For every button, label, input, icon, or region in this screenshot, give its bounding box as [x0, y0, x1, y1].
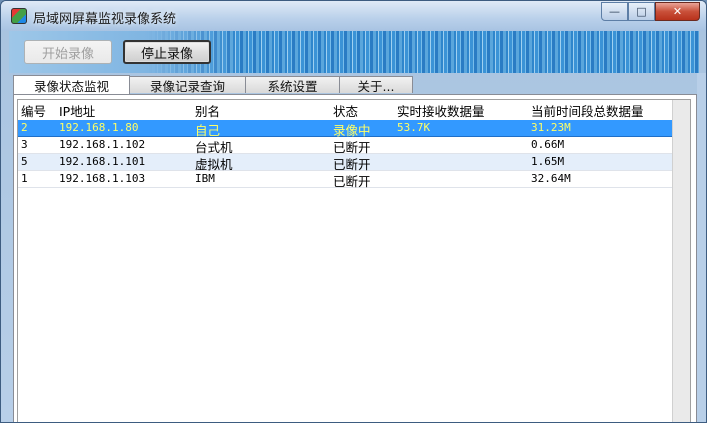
close-button[interactable]: ✕	[655, 2, 700, 21]
tab-about[interactable]: 关于...	[339, 76, 413, 94]
tab-system-settings[interactable]: 系统设置	[245, 76, 340, 94]
stop-recording-button[interactable]: 停止录像	[123, 40, 211, 64]
client-list[interactable]: 编号 IP地址 别名 状态 实时接收数据量 当前时间段总数据量 2 192.16…	[17, 99, 691, 422]
cell-total: 0.66M	[531, 138, 565, 151]
app-icon	[11, 8, 27, 24]
cell-realtime: 53.7K	[397, 121, 431, 134]
cell-ip: 192.168.1.102	[59, 138, 146, 151]
title-bar[interactable]: 局域网屏幕监视录像系统 — □ ✕	[1, 1, 706, 31]
cell-total: 1.65M	[531, 155, 565, 168]
tab-panel: 编号 IP地址 别名 状态 实时接收数据量 当前时间段总数据量 2 192.16…	[13, 94, 697, 422]
maximize-button[interactable]: □	[628, 2, 655, 21]
column-header-realtime[interactable]: 实时接收数据量	[397, 101, 485, 120]
cell-id: 1	[21, 172, 28, 185]
cell-id: 2	[21, 121, 28, 134]
minimize-button[interactable]: —	[601, 2, 628, 21]
vertical-scrollbar[interactable]	[672, 100, 690, 422]
cell-total: 31.23M	[531, 121, 571, 134]
table-row[interactable]: 2 192.168.1.80 自己 录像中 53.7K 31.23M	[18, 120, 672, 138]
window-controls: — □ ✕	[601, 2, 700, 21]
cell-status: 已断开	[333, 174, 371, 189]
table-row[interactable]: 5 192.168.1.101 虚拟机 已断开 1.65M	[18, 154, 672, 172]
column-header-id[interactable]: 编号	[21, 101, 46, 120]
column-header-total[interactable]: 当前时间段总数据量	[531, 101, 644, 120]
window-title: 局域网屏幕监视录像系统	[33, 12, 177, 27]
start-recording-button[interactable]: 开始录像	[24, 40, 112, 64]
cell-ip: 192.168.1.80	[59, 121, 139, 134]
toolbar: 开始录像 停止录像	[9, 31, 699, 73]
tab-recording-status[interactable]: 录像状态监视	[13, 75, 130, 94]
cell-ip: 192.168.1.101	[59, 155, 146, 168]
window-frame-edge	[697, 73, 706, 422]
tab-bar: 录像状态监视 录像记录查询 系统设置 关于...	[13, 75, 413, 94]
column-header-ip[interactable]: IP地址	[59, 101, 95, 120]
app-window: 局域网屏幕监视录像系统 — □ ✕ 开始录像 停止录像 录像状态监视 录像记录查…	[0, 0, 707, 423]
list-header: 编号 IP地址 别名 状态 实时接收数据量 当前时间段总数据量	[18, 100, 690, 120]
cell-id: 5	[21, 155, 28, 168]
cell-id: 3	[21, 138, 28, 151]
tab-recording-history[interactable]: 录像记录查询	[129, 76, 246, 94]
cell-total: 32.64M	[531, 172, 571, 185]
table-row[interactable]: 1 192.168.1.103 IBM 已断开 32.64M	[18, 171, 672, 189]
cell-ip: 192.168.1.103	[59, 172, 146, 185]
column-header-status[interactable]: 状态	[333, 101, 358, 120]
column-header-alias[interactable]: 别名	[195, 101, 220, 120]
cell-alias: IBM	[195, 172, 215, 185]
table-row[interactable]: 3 192.168.1.102 台式机 已断开 0.66M	[18, 137, 672, 155]
